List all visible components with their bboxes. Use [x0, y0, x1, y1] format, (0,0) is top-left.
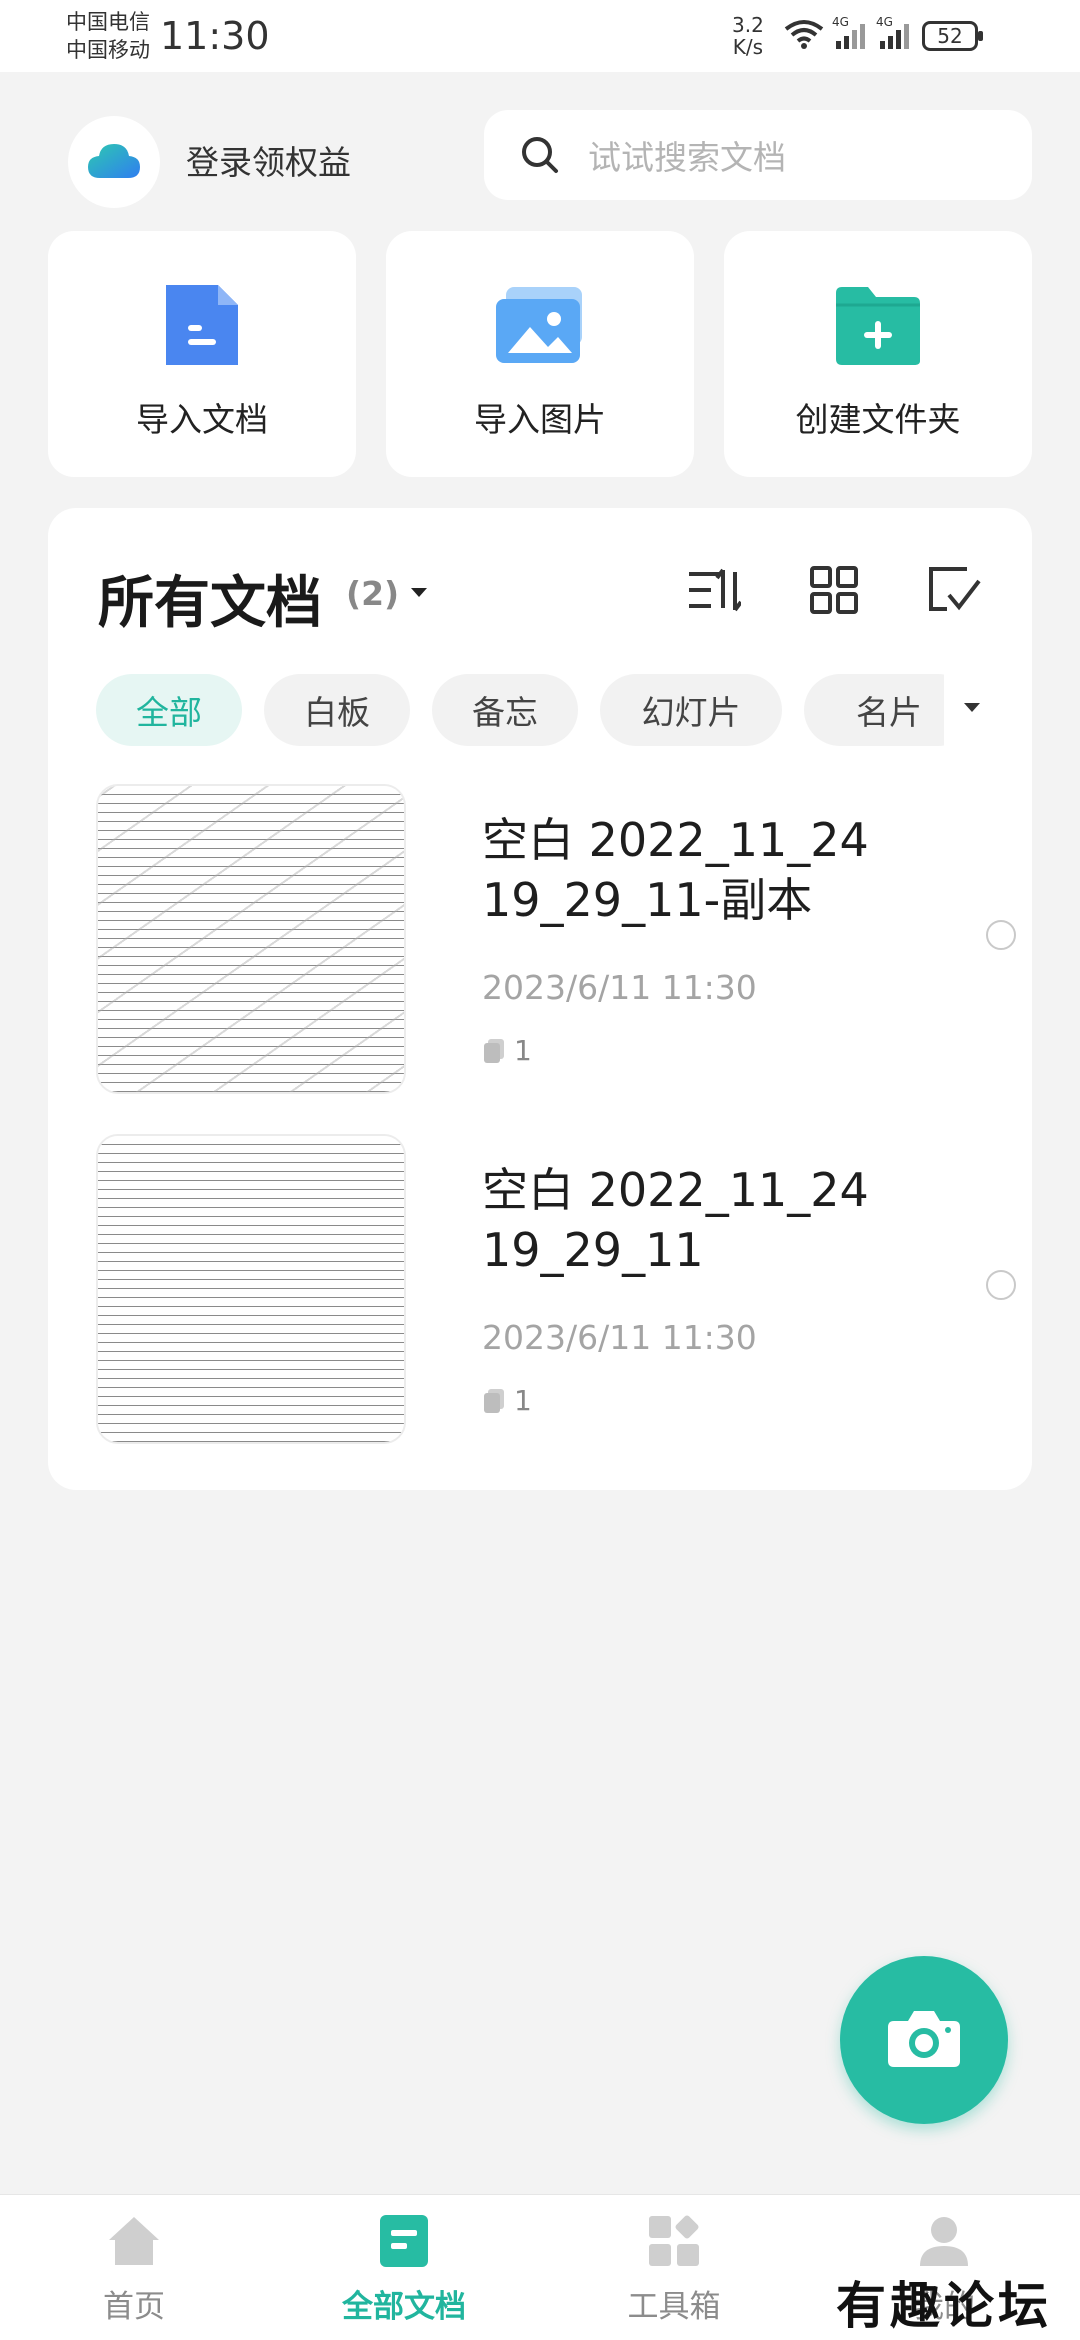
battery-indicator: 52: [922, 21, 983, 51]
status-bar: 中国电信 中国移动 11:30 3.2 K/s 4G 4G 52: [0, 0, 1080, 72]
nav-all-documents[interactable]: 全部文档: [304, 2211, 504, 2326]
signal-icon-2: 4G: [876, 15, 912, 51]
documents-dropdown-caret-icon[interactable]: [404, 578, 434, 608]
toolbox-icon: [644, 2211, 704, 2271]
wifi-icon: [784, 18, 824, 54]
documents-title: 所有文档: [98, 571, 322, 636]
document-name: 空白 2022_11_24 19_29_11: [482, 1160, 902, 1280]
import-image-button[interactable]: 导入图片: [386, 231, 694, 477]
login-benefits-link[interactable]: 登录领权益: [186, 136, 351, 184]
sort-icon[interactable]: [684, 560, 744, 620]
documents-icon: [374, 2211, 434, 2271]
filter-chip-business-card[interactable]: 名片: [804, 674, 944, 746]
nav-toolbox-label: 工具箱: [627, 2289, 721, 2325]
status-time: 11:30: [160, 14, 270, 58]
camera-icon: [886, 2007, 962, 2073]
home-icon: [104, 2211, 164, 2271]
document-name-line-2: 19_29_11-副本: [482, 873, 813, 927]
import-document-button[interactable]: 导入文档: [48, 231, 356, 477]
import-image-label: 导入图片: [474, 400, 606, 439]
document-name-line-2: 19_29_11: [482, 1223, 704, 1277]
carrier-2: 中国移动: [66, 38, 150, 62]
search-input[interactable]: 试试搜索文档: [588, 131, 786, 179]
document-item[interactable]: 空白 2022_11_24 19_29_11 2023/6/11 11:30 1: [96, 1134, 1016, 1448]
signal-label-1: 4G: [832, 15, 849, 29]
image-icon: [492, 277, 588, 373]
status-icons: 4G 4G 52: [784, 15, 983, 56]
site-watermark: 有趣论坛: [836, 2276, 1052, 2335]
select-radio[interactable]: [986, 920, 1016, 950]
document-page-count: 1: [482, 1034, 532, 1067]
pages-icon: [482, 1038, 506, 1064]
cloud-icon: [86, 140, 142, 184]
documents-count: (2): [346, 574, 400, 613]
import-document-label: 导入文档: [136, 400, 268, 439]
filter-chip-all[interactable]: 全部: [96, 674, 242, 746]
page-count-value: 1: [514, 1034, 532, 1067]
document-name-line-1: 空白 2022_11_24: [482, 1163, 869, 1217]
network-speed: 3.2 K/s: [732, 14, 764, 58]
battery-level: 52: [937, 24, 963, 48]
document-date: 2023/6/11 11:30: [482, 1318, 757, 1357]
documents-panel: 所有文档 (2) 全部 白板 备忘 幻灯片 名片 空白 2022_11_24 1…: [48, 508, 1032, 1490]
folder-add-icon: [830, 277, 926, 373]
document-icon: [154, 277, 250, 373]
profile-icon: [914, 2211, 974, 2271]
nav-home-label: 首页: [103, 2289, 165, 2325]
page-count-value: 1: [514, 1384, 532, 1417]
nav-home[interactable]: 首页: [34, 2211, 234, 2326]
create-folder-button[interactable]: 创建文件夹: [724, 231, 1032, 477]
document-item[interactable]: 空白 2022_11_24 19_29_11-副本 2023/6/11 11:3…: [96, 784, 1016, 1098]
search-bar[interactable]: 试试搜索文档: [484, 110, 1032, 200]
document-page-count: 1: [482, 1384, 532, 1417]
select-radio[interactable]: [986, 1270, 1016, 1300]
network-speed-value: 3.2: [732, 13, 764, 37]
filter-chip-slides[interactable]: 幻灯片: [600, 674, 782, 746]
camera-scan-button[interactable]: [840, 1956, 1008, 2124]
document-date: 2023/6/11 11:30: [482, 968, 757, 1007]
network-speed-unit: K/s: [732, 35, 764, 59]
filter-chips: 全部 白板 备忘 幻灯片 名片: [96, 674, 944, 754]
multi-select-icon[interactable]: [924, 560, 984, 620]
document-thumbnail: [96, 784, 406, 1094]
create-folder-label: 创建文件夹: [795, 400, 961, 439]
search-icon: [516, 131, 564, 179]
pages-icon: [482, 1388, 506, 1414]
signal-icon-1: 4G: [832, 15, 868, 51]
filter-chip-whiteboard[interactable]: 白板: [264, 674, 410, 746]
grid-view-icon[interactable]: [804, 560, 864, 620]
carrier-1: 中国电信: [66, 10, 150, 34]
filter-chip-memo[interactable]: 备忘: [432, 674, 578, 746]
account-avatar[interactable]: [68, 116, 160, 208]
signal-label-2: 4G: [876, 15, 893, 29]
nav-toolbox[interactable]: 工具箱: [574, 2211, 774, 2326]
carrier-labels: 中国电信 中国移动: [66, 8, 150, 64]
filter-expand-icon[interactable]: [952, 688, 992, 728]
document-thumbnail: [96, 1134, 406, 1444]
document-name-line-1: 空白 2022_11_24: [482, 813, 869, 867]
nav-all-documents-label: 全部文档: [342, 2289, 466, 2325]
document-name: 空白 2022_11_24 19_29_11-副本: [482, 810, 902, 930]
